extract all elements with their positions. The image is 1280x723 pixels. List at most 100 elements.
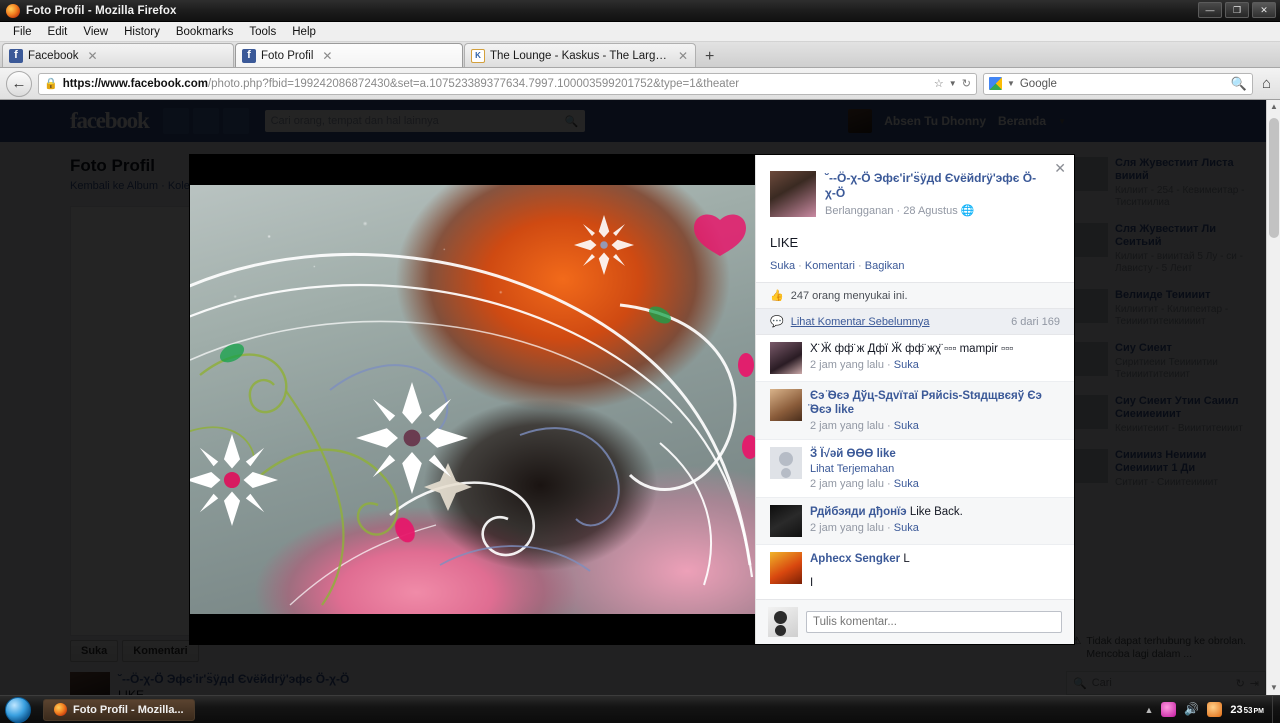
clock-ampm: PM: [1253, 707, 1265, 715]
like-link[interactable]: Suka: [770, 260, 795, 272]
tab-close-icon[interactable]: ✕: [88, 49, 98, 63]
star-icon[interactable]: ☆: [934, 77, 944, 90]
messenger-icon[interactable]: [1161, 702, 1177, 717]
avatar[interactable]: [770, 389, 802, 421]
home-icon[interactable]: ⌂: [1259, 75, 1274, 92]
menu-tools[interactable]: Tools: [242, 24, 283, 40]
comment-composer: [756, 599, 1074, 644]
back-button[interactable]: ←: [6, 70, 32, 97]
scroll-down-icon[interactable]: ▼: [1267, 681, 1280, 695]
comment-like-link[interactable]: Suka: [894, 522, 919, 534]
photo-theater-lightbox: ✕ ˘--Ö-χ-Ö̈ Эфє'ir's̈ÿдd Єvёйdrÿ'эфє Ö̈-…: [190, 155, 1074, 644]
search-bar[interactable]: ▼ Google 🔍: [982, 72, 1253, 95]
action-sep-2: ·: [855, 260, 865, 272]
google-icon: [988, 77, 1002, 90]
taskbar-item-firefox[interactable]: Foto Profil - Mozilla...: [43, 698, 195, 721]
list-item: Χ̈ Ӝ фф̈ ж Дфї Ӝ фф̈ жχ̈ ▫▫▫ mampir ▫▫▫ …: [756, 335, 1074, 382]
comment-like-link[interactable]: Suka: [894, 359, 919, 371]
comment-extra-line-1: I: [810, 577, 814, 589]
comment-author[interactable]: Рдйбэяди дђонїэ: [810, 506, 907, 518]
comment-like-link[interactable]: Suka: [894, 478, 919, 490]
show-desktop-button[interactable]: [1272, 695, 1280, 723]
tab-facebook[interactable]: f Facebook ✕: [2, 43, 234, 67]
menu-view[interactable]: View: [76, 24, 115, 40]
update-icon[interactable]: [1207, 702, 1223, 717]
firefox-icon: [6, 3, 20, 18]
close-button[interactable]: ✕: [1252, 2, 1276, 18]
post-author-name[interactable]: ˘--Ö-χ-Ö̈ Эфє'ir's̈ÿдd Єvёйdrÿ'эфє Ö̈-χ-…: [825, 171, 1044, 201]
minimize-button[interactable]: —: [1198, 2, 1222, 18]
avatar[interactable]: [770, 342, 802, 374]
menu-bar: File Edit View History Bookmarks Tools H…: [0, 22, 1280, 42]
list-item: Aphecx Sengker L I K: [756, 545, 1074, 599]
comment-author[interactable]: Aphecx Sengker: [810, 553, 900, 565]
volume-icon[interactable]: 🔊: [1184, 702, 1199, 717]
url-domain: https://www.facebook.com: [62, 77, 208, 90]
search-engine-label: Google: [1019, 77, 1057, 90]
avatar[interactable]: [768, 607, 798, 637]
likes-summary: 👍 247 orang menyukai ini.: [756, 282, 1074, 309]
comment-body-text: Like Back.: [909, 506, 963, 518]
comment-author[interactable]: Ӟ Ї√əй ӨӨӨ like: [810, 448, 896, 460]
comment-list: Χ̈ Ӝ фф̈ ж Дфї Ӝ фф̈ жχ̈ ▫▫▫ mampir ▫▫▫ …: [756, 335, 1074, 599]
photo-stage[interactable]: [190, 155, 755, 644]
comment-text: Ӟ Ї√əй ӨӨӨ like: [810, 447, 1060, 461]
post-actions: Suka · Komentari · Bagikan: [770, 260, 1060, 272]
maximize-button[interactable]: ❐: [1225, 2, 1249, 18]
chevron-down-icon[interactable]: ▼: [1007, 79, 1015, 88]
new-tab-button[interactable]: +: [697, 49, 722, 67]
tab-foto-profil[interactable]: f Foto Profil ✕: [235, 43, 463, 67]
menu-history[interactable]: History: [117, 24, 167, 40]
menu-file[interactable]: File: [6, 24, 39, 40]
comment-time: 2 jam yang lalu: [810, 420, 884, 432]
menu-help[interactable]: Help: [285, 24, 323, 40]
post-header: ˘--Ö-χ-Ö̈ Эфє'ir's̈ÿдd Єvёйdrÿ'эфє Ö̈-χ-…: [756, 155, 1074, 225]
avatar[interactable]: [770, 505, 802, 537]
system-tray: ▲ 🔊 23 53 PM: [1144, 702, 1272, 717]
chevron-down-icon[interactable]: ▼: [949, 79, 957, 88]
comment-meta: 2 jam yang lalu · Suka: [810, 420, 919, 432]
tab-kaskus[interactable]: K The Lounge - Kaskus - The Largest Ind.…: [464, 43, 696, 67]
windows-taskbar: Foto Profil - Mozilla... ▲ 🔊 23 53 PM: [0, 695, 1280, 723]
url-bar-actions: ☆ ▼ ↻: [934, 77, 971, 90]
tray-expand-icon[interactable]: ▲: [1144, 705, 1153, 715]
firefox-icon: [54, 703, 67, 716]
menu-bookmarks[interactable]: Bookmarks: [169, 24, 241, 40]
comment-author[interactable]: Єэ ̈Ѳєэ Дўц-Sдvїтaї Pяйсіs-Stядщвєяў Єэ …: [810, 390, 1042, 416]
letterbox-bottom: [190, 614, 755, 644]
post-body: LIKE Suka · Komentari · Bagikan: [756, 225, 1074, 282]
tab-close-icon[interactable]: ✕: [678, 49, 688, 63]
avatar[interactable]: [770, 552, 802, 584]
view-previous-comments[interactable]: 💬 Lihat Komentar Sebelumnya 6 dari 169: [756, 309, 1074, 335]
close-icon[interactable]: ✕: [1054, 161, 1066, 175]
scrollbar-thumb[interactable]: [1269, 118, 1279, 238]
post-meta: Berlangganan · 28 Agustus 🌐: [825, 204, 1044, 217]
avatar[interactable]: [770, 171, 816, 217]
system-clock[interactable]: 23 53 PM: [1230, 704, 1264, 716]
reload-icon[interactable]: ↻: [962, 77, 971, 90]
window-title: Foto Profil - Mozilla Firefox: [26, 4, 177, 17]
menu-edit[interactable]: Edit: [41, 24, 75, 40]
desktop-screen: Foto Profil - Mozilla Firefox — ❐ ✕ File…: [0, 0, 1280, 723]
list-item: Ӟ Ї√əй ӨӨӨ like Lihat Terjemahan 2 jam y…: [756, 440, 1074, 498]
share-link[interactable]: Bagikan: [865, 260, 905, 272]
tab-label: Facebook: [28, 49, 79, 62]
comment-link[interactable]: Komentari: [805, 260, 855, 272]
tab-close-icon[interactable]: ✕: [322, 49, 332, 63]
post-caption: LIKE: [770, 235, 799, 250]
url-bar[interactable]: 🔒 https://www.facebook.com/photo.php?fbi…: [38, 72, 977, 95]
page-scrollbar[interactable]: ▲ ▼: [1266, 100, 1280, 695]
avatar[interactable]: [770, 447, 802, 479]
facebook-favicon: f: [9, 48, 23, 63]
scroll-up-icon[interactable]: ▲: [1267, 100, 1280, 114]
thumbs-up-icon: 👍: [770, 290, 784, 302]
view-previous-link[interactable]: Lihat Komentar Sebelumnya: [791, 316, 930, 328]
search-icon[interactable]: 🔍: [1231, 76, 1247, 92]
comment-input[interactable]: [806, 611, 1062, 633]
lock-icon: 🔒: [44, 78, 58, 90]
list-item: Рдйбэяди дђонїэ Like Back. 2 jam yang la…: [756, 498, 1074, 545]
photo-image[interactable]: [190, 185, 755, 614]
start-button[interactable]: [5, 696, 31, 723]
see-translation-link[interactable]: Lihat Terjemahan: [810, 463, 1060, 475]
comment-like-link[interactable]: Suka: [894, 420, 919, 432]
